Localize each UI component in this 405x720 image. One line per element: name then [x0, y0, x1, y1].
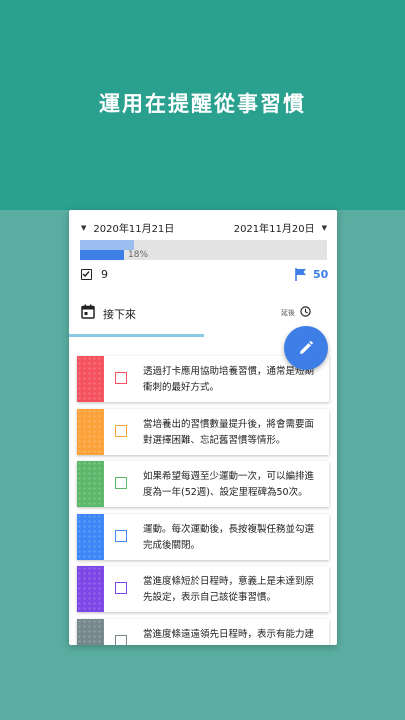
- dropdown-caret-icon: ▼: [321, 223, 327, 232]
- task-color-strip: [77, 356, 104, 402]
- stats-row: 9 50: [69, 267, 337, 285]
- task-card[interactable]: 當進度條短於日程時，意義上是未達到原先設定，表示自己該從事習慣。: [77, 566, 329, 612]
- task-color-strip: [77, 408, 104, 455]
- task-text: 當培養出的習慣數量提升後，將會需要面對選擇困難、忘記舊習慣等情形。: [143, 418, 315, 446]
- start-date: 2020年11月21日: [93, 224, 175, 235]
- end-date-picker[interactable]: 2021年11月20日 ▼: [233, 220, 327, 236]
- edit-fab-button[interactable]: [284, 326, 328, 370]
- task-checkbox[interactable]: [115, 424, 127, 437]
- task-card[interactable]: 如果希望每週至少運動一次，可以編排進度為一年(52週)、設定里程碑為50次。: [77, 461, 329, 507]
- task-checkbox[interactable]: [115, 634, 127, 645]
- clock-icon[interactable]: [300, 306, 311, 317]
- task-card[interactable]: 運動。每次運動後，長按複製任務並勾選完成後關閉。: [77, 513, 329, 560]
- task-color-strip: [77, 566, 104, 612]
- task-text: 如果希望每週至少運動一次，可以編排進度為一年(52週)、設定里程碑為50次。: [143, 471, 315, 498]
- task-color-strip: [77, 461, 104, 507]
- checkbox-checked-icon: [81, 269, 92, 280]
- end-date: 2021年11月20日: [233, 224, 315, 235]
- task-text: 運動。每次運動後，長按複製任務並勾選完成後關閉。: [143, 523, 315, 551]
- task-card[interactable]: 當培養出的習慣數量提升後，將會需要面對選擇困難、忘記舊習慣等情形。: [77, 408, 329, 455]
- tab-indicator: [69, 334, 204, 337]
- task-checkbox[interactable]: [115, 582, 127, 594]
- task-color-strip: [77, 513, 104, 560]
- tab-upcoming-label: 接下來: [103, 308, 136, 321]
- flag-icon: [295, 268, 306, 281]
- pencil-icon: [300, 341, 313, 354]
- goal-count: 50: [313, 268, 329, 281]
- completion-bar: [80, 250, 124, 260]
- date-range-row: ▼ 2020年11月21日 2021年11月20日 ▼: [69, 220, 337, 236]
- checked-count: 9: [101, 268, 108, 281]
- progress-percent: 18%: [128, 250, 149, 260]
- calendar-icon: [81, 304, 95, 319]
- delay-label: 延後: [281, 309, 295, 317]
- elapsed-time-bar: [80, 240, 134, 250]
- dropdown-caret-icon: ▼: [81, 223, 87, 232]
- task-card[interactable]: 當進度條遠遠領先日程時，表示有能力建: [77, 618, 329, 645]
- task-checkbox[interactable]: [115, 477, 127, 489]
- headline: 運用在提醒從事習慣: [99, 92, 306, 116]
- task-checkbox[interactable]: [115, 372, 127, 384]
- task-color-strip: [77, 618, 104, 645]
- progress-bar: 18%: [80, 240, 327, 260]
- start-date-picker[interactable]: ▼ 2020年11月21日: [81, 220, 175, 236]
- app-screen: ▼ 2020年11月21日 2021年11月20日 ▼ 18% 9 50 接下來…: [69, 210, 337, 645]
- task-text: 當進度條短於日程時，意義上是未達到原先設定，表示自己該從事習慣。: [143, 576, 315, 603]
- task-text: 當進度條遠遠領先日程時，表示有能力建: [143, 628, 315, 640]
- task-text: 透過打卡應用協助培養習慣，通常是短期衝刺的最好方式。: [143, 366, 315, 393]
- task-checkbox[interactable]: [115, 529, 127, 542]
